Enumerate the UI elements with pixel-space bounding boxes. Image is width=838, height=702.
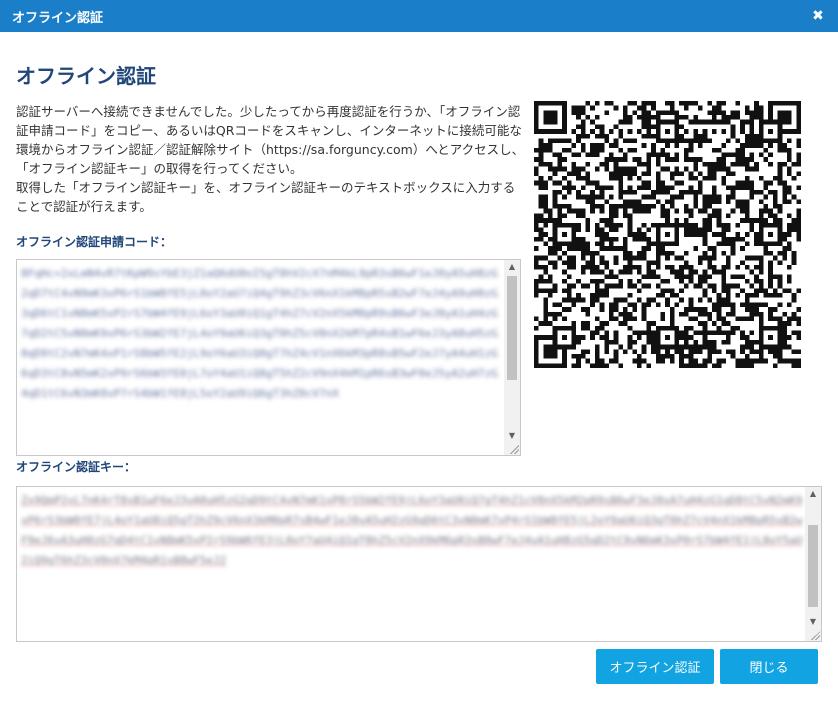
request-code-label: オフライン認証申請コード：	[16, 235, 173, 249]
dialog-titlebar[interactable]: オフライン認証 ✖	[0, 0, 838, 32]
auth-key-textarea[interactable]: Zx9QmP2vL7nK4rT8sB1wF6eJ3yA0uH5zG2qD9tC4…	[16, 486, 822, 642]
qr-code-icon	[534, 101, 801, 368]
scroll-up-icon[interactable]: ▲	[805, 487, 821, 501]
dialog-title: オフライン認証	[12, 10, 104, 26]
auth-key-value: Zx9QmP2vL7nK4rT8sB1wF6eJ3yA0uH5zG2qD9tC4…	[21, 494, 803, 567]
description-line-1: 認証サーバーへ接続できませんでした。少したってから再度認証を行うか、「オフライン…	[16, 104, 525, 176]
scroll-down-icon[interactable]: ▼	[805, 615, 821, 629]
resize-grip-icon[interactable]	[810, 630, 820, 640]
request-code-value: 8FqHc+2xLmN4vR7tKpW9sYbE3jZ1aQ6dU0oI5gT8…	[21, 267, 498, 400]
scroll-thumb[interactable]	[507, 276, 517, 380]
auth-key-label: オフライン認証キー：	[16, 460, 137, 474]
request-code-textarea[interactable]: 8FqHc+2xLmN4vR7tKpW9sYbE3jZ1aQ6dU0oI5gT8…	[16, 259, 521, 456]
description-line-2: 取得した「オフライン認証キー」を、オフライン認証キーのテキストボックスに入力する…	[16, 180, 516, 214]
resize-grip-icon[interactable]	[509, 444, 519, 454]
offline-auth-dialog: オフライン認証 ✖ オフライン認証 認証サーバーへ接続できませんでした。少したっ…	[0, 0, 838, 702]
request-code-scrollbar[interactable]: ▲ ▼	[504, 260, 520, 455]
qr-modules	[534, 101, 801, 368]
close-icon[interactable]: ✖	[810, 8, 826, 24]
description-text: 認証サーバーへ接続できませんでした。少したってから再度認証を行うか、「オフライン…	[16, 102, 526, 216]
scroll-up-icon[interactable]: ▲	[504, 260, 520, 274]
scroll-down-icon[interactable]: ▼	[504, 429, 520, 443]
close-button[interactable]: 閉じる	[720, 649, 818, 684]
scroll-thumb[interactable]	[808, 525, 818, 607]
auth-key-scrollbar[interactable]: ▲ ▼	[805, 487, 821, 641]
offline-auth-button[interactable]: オフライン認証	[596, 649, 714, 684]
page-title: オフライン認証	[16, 64, 156, 88]
